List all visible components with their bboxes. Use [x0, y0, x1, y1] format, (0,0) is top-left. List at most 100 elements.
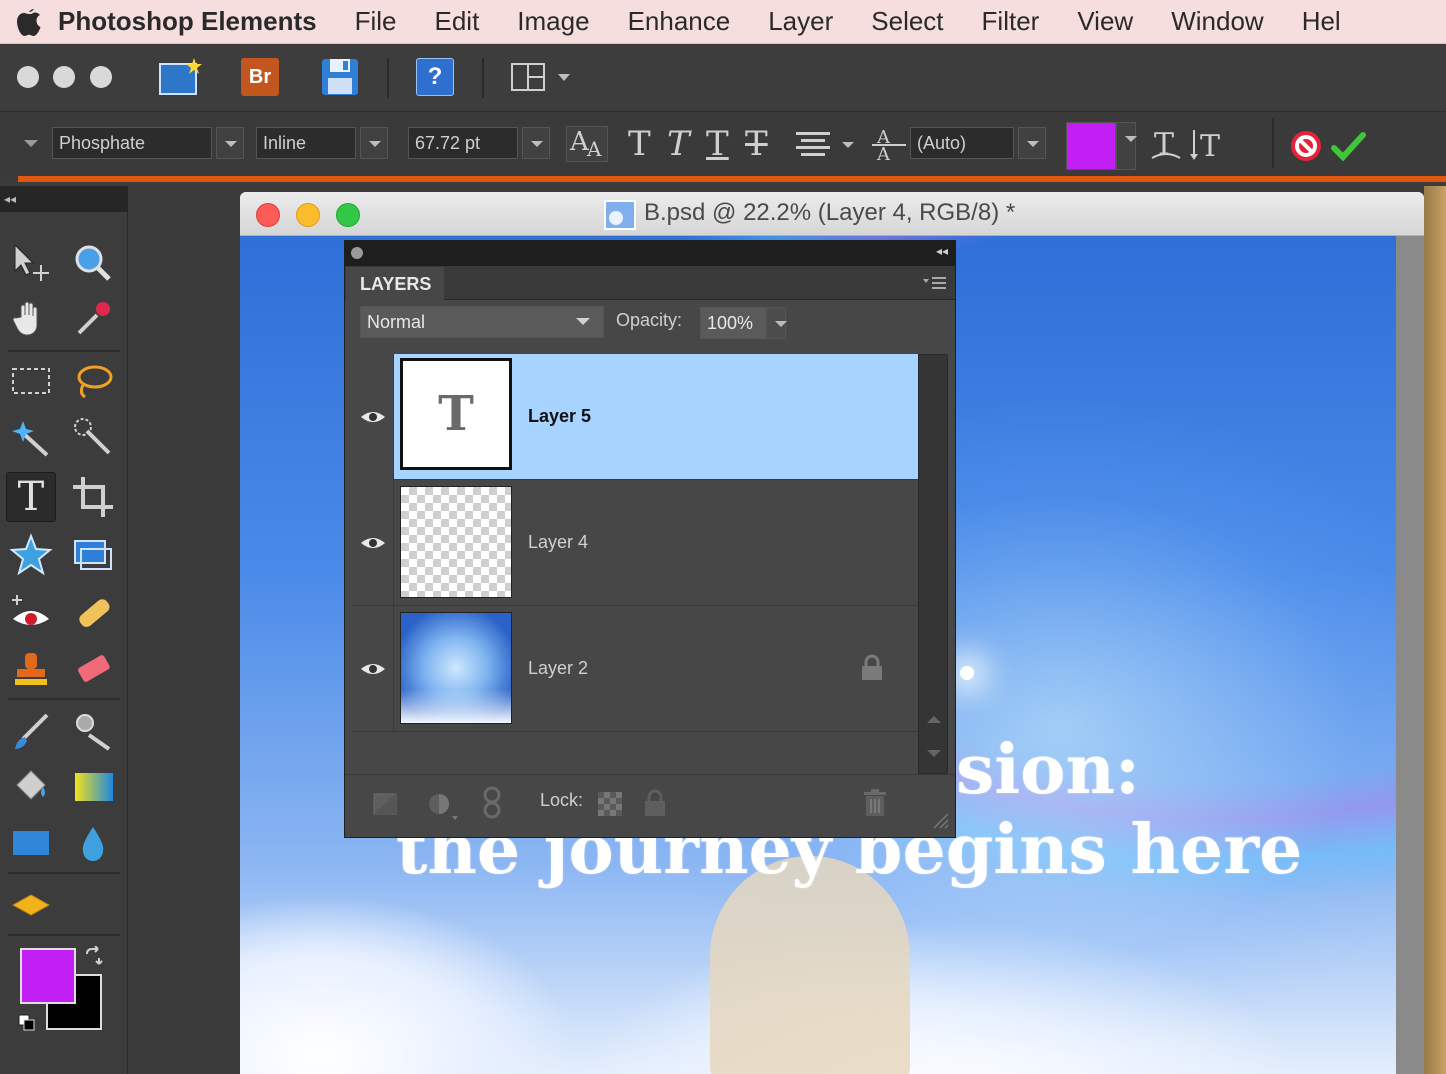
lasso-tool[interactable]	[68, 356, 118, 406]
scroll-up-icon[interactable]	[927, 715, 941, 725]
zoom-tool[interactable]	[68, 238, 118, 288]
new-layer-icon[interactable]	[372, 792, 398, 816]
document-vertical-scrollbar[interactable]	[1396, 236, 1424, 1074]
hand-tool[interactable]	[6, 294, 56, 344]
layer-2-visibility-toggle[interactable]	[352, 606, 394, 732]
menu-select[interactable]: Select	[871, 6, 943, 37]
gradient-tool[interactable]	[68, 762, 118, 812]
blur-tool[interactable]	[68, 818, 118, 868]
text-align-button[interactable]	[796, 128, 856, 165]
font-size-field[interactable]: 67.72 pt	[408, 127, 518, 159]
cancel-edit-button[interactable]	[1288, 128, 1324, 169]
link-layers-icon[interactable]	[482, 786, 502, 820]
menu-filter[interactable]: Filter	[982, 6, 1040, 37]
save-button[interactable]	[321, 58, 359, 96]
menu-file[interactable]: File	[355, 6, 397, 37]
text-orientation-button[interactable]: T	[1190, 124, 1226, 169]
panel-menu-icon[interactable]	[923, 275, 947, 291]
layers-panel-close-dot[interactable]	[351, 247, 363, 259]
straighten-tool[interactable]	[68, 530, 118, 580]
lock-all-icon[interactable]	[642, 788, 668, 818]
layers-panel-collapse[interactable]: ◂◂	[936, 244, 948, 258]
font-style-dropdown[interactable]	[360, 127, 388, 159]
smart-brush-tool[interactable]	[68, 706, 118, 756]
brush-tool[interactable]	[6, 706, 56, 756]
water-drop-icon	[82, 827, 104, 861]
red-eye-tool[interactable]	[6, 588, 56, 638]
layer-2-name[interactable]: Layer 2	[528, 658, 588, 679]
move-tool[interactable]	[6, 238, 56, 288]
magic-wand-tool[interactable]	[6, 412, 56, 462]
menu-help[interactable]: Hel	[1302, 6, 1341, 37]
font-family-dropdown[interactable]	[216, 127, 244, 159]
paint-bucket-tool[interactable]	[6, 762, 56, 812]
toggle-faux-font-button[interactable]: A A	[566, 126, 608, 162]
menu-enhance[interactable]: Enhance	[628, 6, 731, 37]
default-colors-icon[interactable]	[18, 1014, 36, 1032]
new-file-button[interactable]	[158, 58, 202, 96]
apple-menu-icon[interactable]	[0, 6, 58, 38]
strikethrough-icon[interactable]: T	[745, 124, 768, 164]
tab-layers[interactable]: LAYERS	[346, 267, 444, 301]
sponge-tool[interactable]	[6, 880, 56, 930]
menu-window[interactable]: Window	[1171, 6, 1263, 37]
rectangular-marquee-tool[interactable]	[6, 356, 56, 406]
faux-italic-icon[interactable]: T	[667, 124, 690, 164]
zoom-document-button[interactable]	[336, 203, 360, 227]
swap-colors-icon[interactable]	[84, 946, 104, 966]
opacity-dropdown[interactable]	[766, 307, 787, 339]
resize-grip-icon[interactable]	[930, 810, 950, 830]
text-color-dropdown[interactable]	[1116, 122, 1137, 170]
layer-4-name[interactable]: Layer 4	[528, 532, 588, 553]
opacity-field[interactable]: 100%	[700, 307, 766, 339]
close-document-button[interactable]	[256, 203, 280, 227]
warp-text-button[interactable]: T	[1150, 124, 1182, 169]
tools-panel-collapse[interactable]: ◂◂	[0, 186, 128, 212]
blend-mode-select[interactable]: Normal	[360, 306, 604, 338]
text-color-swatch[interactable]	[1066, 122, 1116, 170]
type-tool[interactable]: T	[6, 472, 56, 522]
layer-5-name[interactable]: Layer 5	[528, 406, 591, 427]
underline-icon[interactable]: T	[706, 124, 729, 164]
adjustment-layer-icon[interactable]	[426, 792, 460, 822]
app-menu[interactable]: Photoshop Elements	[58, 6, 317, 37]
quick-selection-tool[interactable]	[68, 412, 118, 462]
leading-dropdown[interactable]	[1018, 127, 1046, 159]
font-family-field[interactable]: Phosphate	[52, 127, 212, 159]
commit-edit-button[interactable]	[1330, 128, 1366, 169]
layer-5-visibility-toggle[interactable]	[352, 354, 394, 480]
scroll-down-icon[interactable]	[927, 749, 941, 759]
menu-view[interactable]: View	[1077, 6, 1133, 37]
layer-5-thumbnail[interactable]: T	[400, 358, 512, 470]
menu-layer[interactable]: Layer	[768, 6, 833, 37]
layers-scrollbar[interactable]	[918, 354, 948, 774]
menu-edit[interactable]: Edit	[434, 6, 479, 37]
arrange-layout-button[interactable]	[510, 58, 572, 96]
leading-field[interactable]: (Auto)	[910, 127, 1014, 159]
hand-icon	[12, 301, 38, 336]
menu-image[interactable]: Image	[517, 6, 589, 37]
bridge-button[interactable]: Br	[241, 58, 279, 96]
eraser-tool[interactable]	[68, 644, 118, 694]
zoom-window-dot[interactable]	[90, 66, 112, 88]
layer-4-visibility-toggle[interactable]	[352, 480, 394, 606]
font-size-dropdown[interactable]	[522, 127, 550, 159]
eyedropper-tool[interactable]	[68, 294, 118, 344]
crop-tool[interactable]	[68, 472, 118, 522]
spot-healing-tool[interactable]	[68, 588, 118, 638]
help-button[interactable]: ?	[416, 58, 454, 96]
shape-tool[interactable]	[6, 818, 56, 868]
lock-transparency-icon[interactable]	[598, 792, 622, 816]
minimize-window-dot[interactable]	[53, 66, 75, 88]
minimize-document-button[interactable]	[296, 203, 320, 227]
foreground-color-swatch[interactable]	[20, 948, 76, 1004]
layer-2-thumbnail[interactable]	[400, 612, 512, 724]
clone-stamp-tool[interactable]	[6, 644, 56, 694]
faux-bold-icon[interactable]: T	[628, 124, 651, 164]
cookie-cutter-tool[interactable]	[6, 530, 56, 580]
layer-4-thumbnail[interactable]	[400, 486, 512, 598]
tool-preset-dropdown-icon[interactable]	[22, 138, 40, 148]
close-window-dot[interactable]	[17, 66, 39, 88]
trash-icon[interactable]	[862, 788, 888, 818]
font-style-field[interactable]: Inline	[256, 127, 356, 159]
